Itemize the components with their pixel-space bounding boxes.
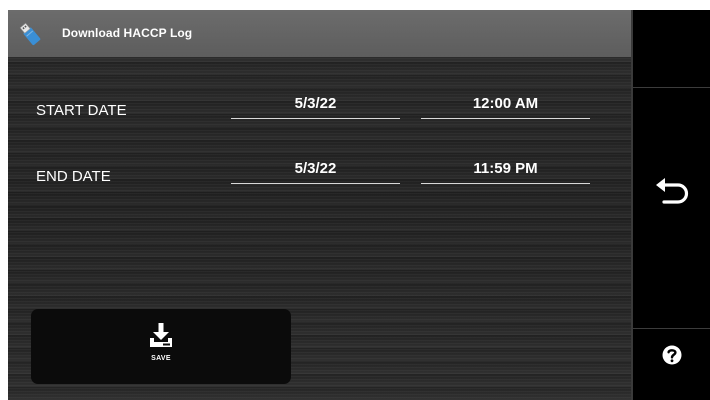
back-arrow-icon[interactable] (647, 171, 697, 217)
sidebar (633, 10, 710, 400)
help-icon[interactable] (651, 335, 693, 375)
start-date-label: START DATE (36, 102, 127, 119)
start-date-field[interactable]: 5/3/22 (231, 95, 400, 119)
sidebar-separator-top (633, 87, 710, 88)
save-label: SAVE (151, 355, 171, 362)
end-date-label: END DATE (36, 168, 111, 185)
save-button[interactable]: SAVE (31, 309, 291, 384)
end-date-field[interactable]: 5/3/22 (231, 160, 400, 184)
end-time-field[interactable]: 11:59 PM (421, 160, 590, 184)
usb-drive-icon (19, 22, 41, 46)
start-time-field[interactable]: 12:00 AM (421, 95, 590, 119)
title-bar: Download HACCP Log (8, 10, 631, 57)
screen: Download HACCP Log START DATE 5/3/22 12:… (8, 10, 710, 400)
main-panel: Download HACCP Log START DATE 5/3/22 12:… (8, 10, 631, 400)
page-title: Download HACCP Log (62, 26, 193, 40)
download-icon (150, 323, 172, 347)
sidebar-separator-bottom (633, 328, 710, 329)
